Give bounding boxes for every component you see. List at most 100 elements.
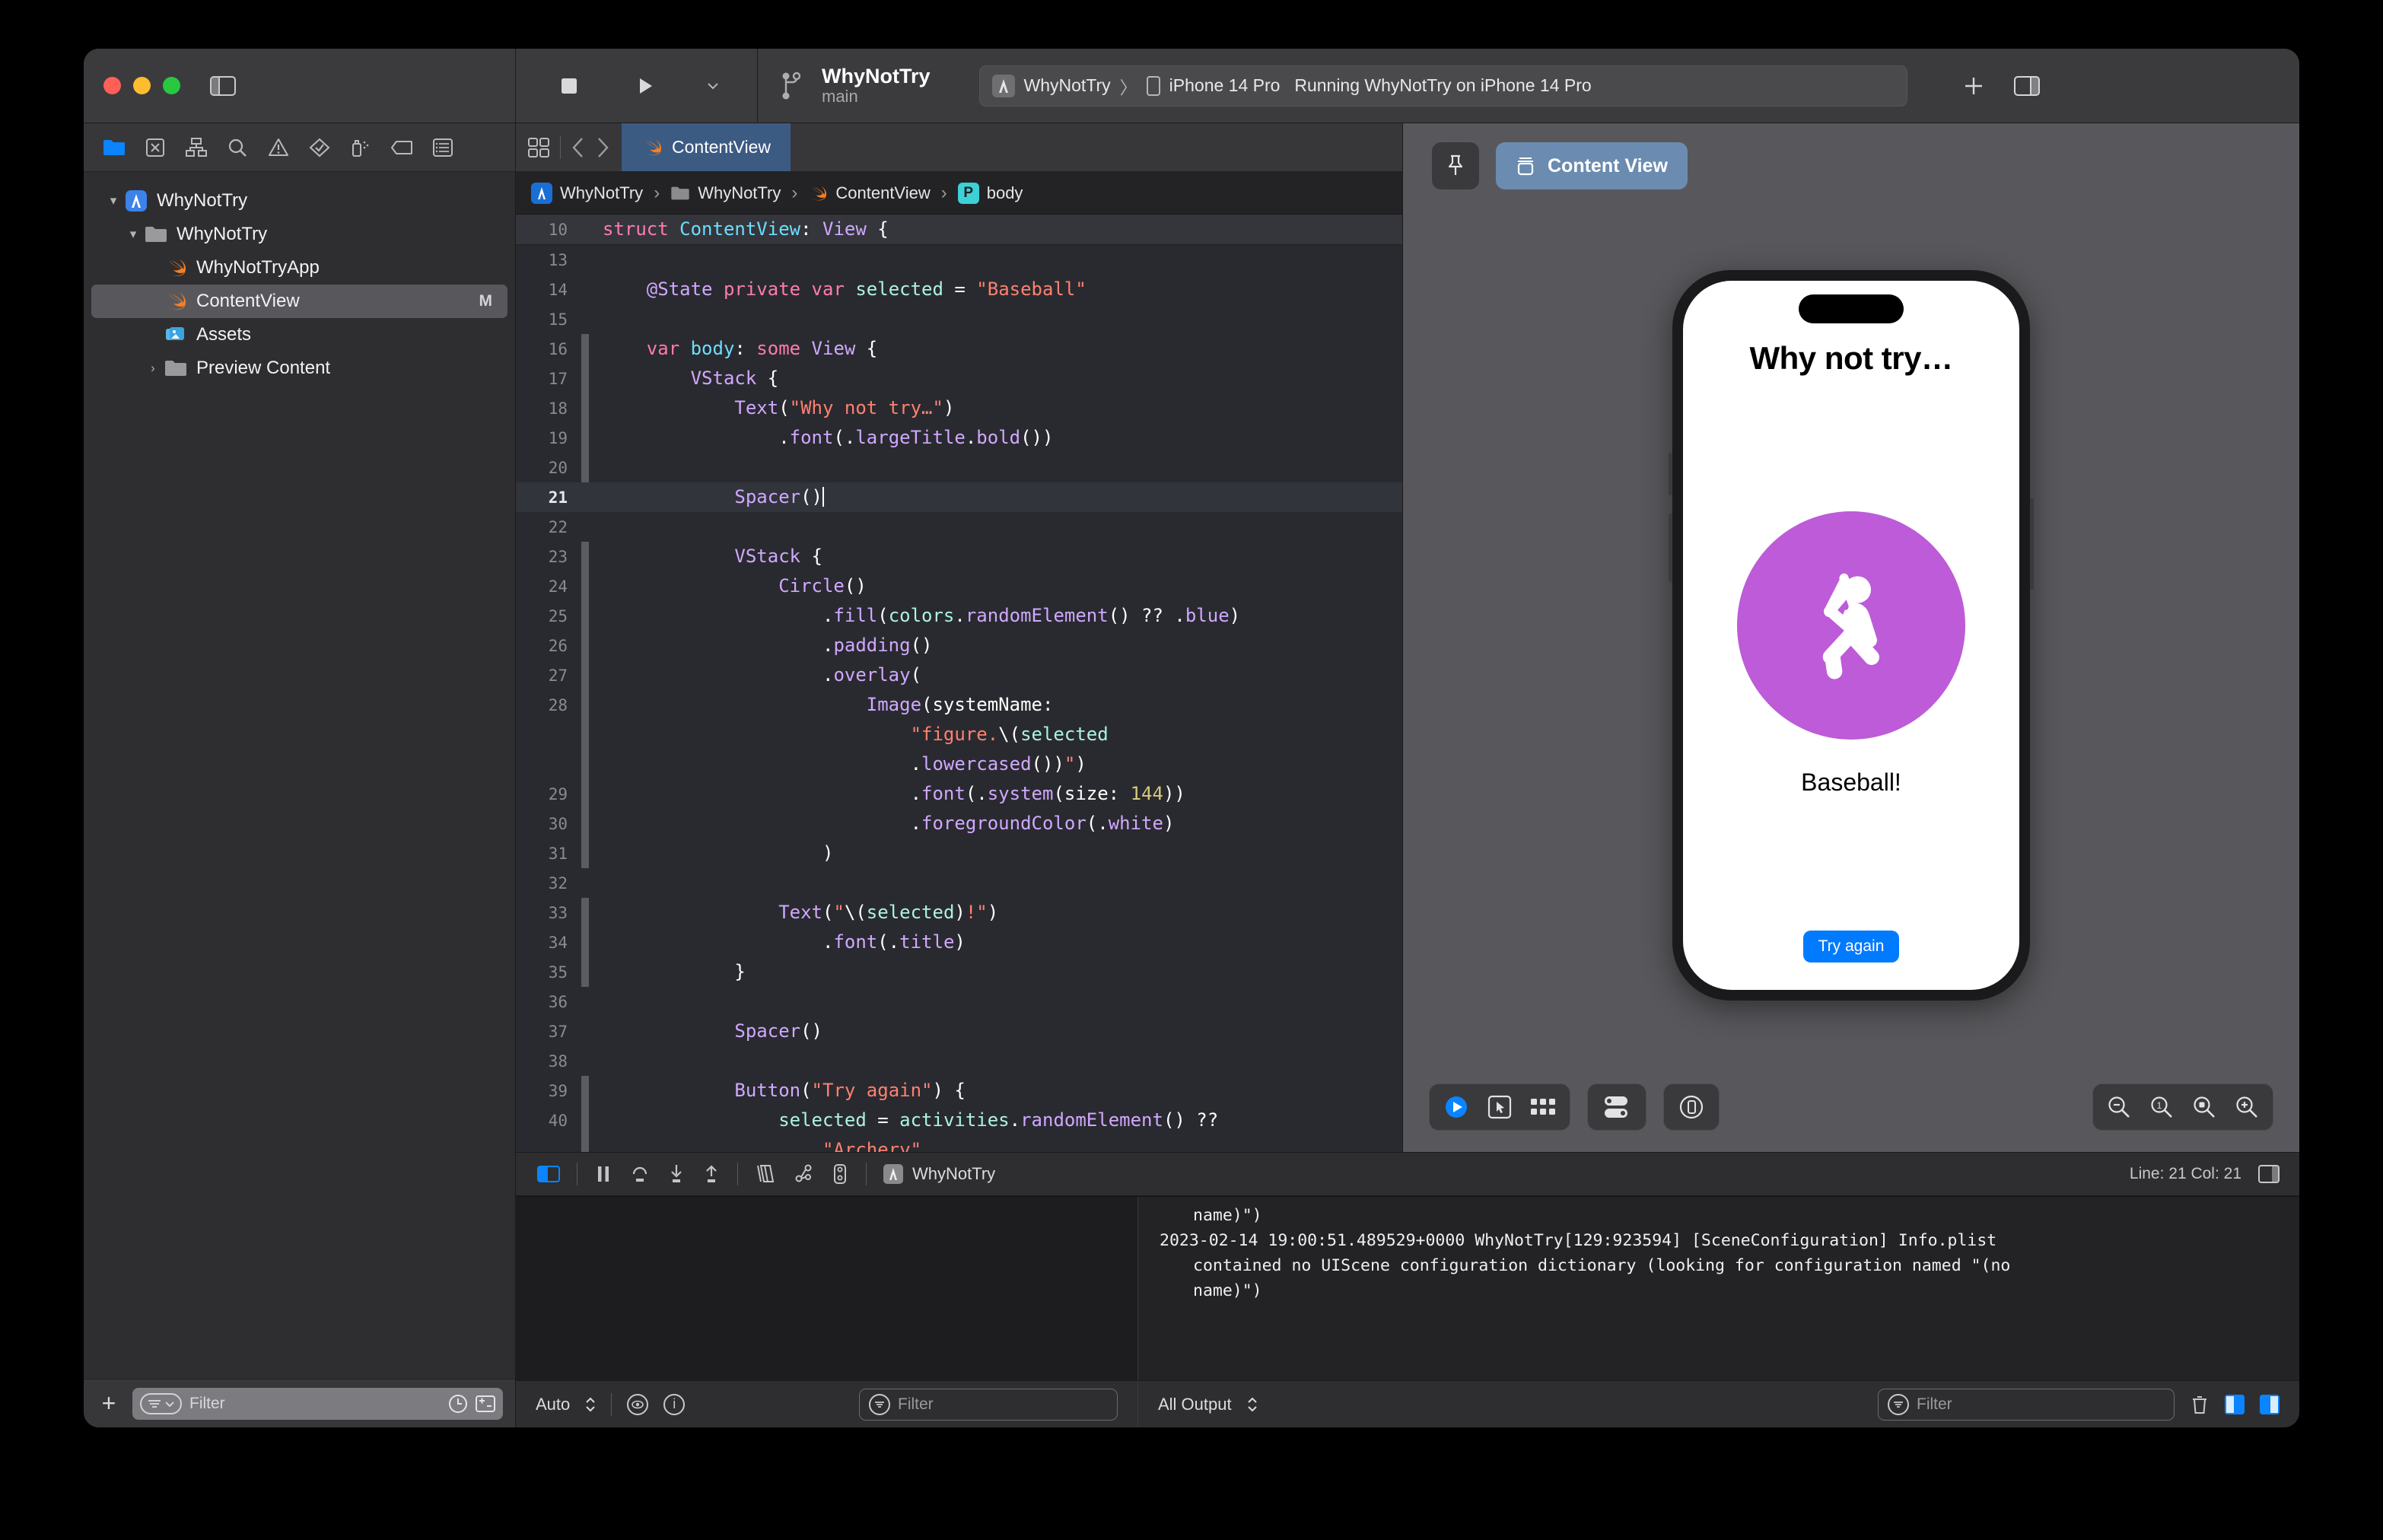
code-fold-ribbon[interactable]: [581, 1076, 589, 1106]
search-icon[interactable]: [221, 132, 254, 163]
pause-icon[interactable]: [594, 1164, 612, 1184]
clock-icon[interactable]: [448, 1394, 468, 1414]
trash-icon[interactable]: [2190, 1394, 2210, 1415]
preview-name-pill[interactable]: Content View: [1496, 142, 1688, 189]
chevron-right-icon[interactable]: [596, 137, 609, 158]
nav-item-contentview[interactable]: ContentView M: [91, 285, 507, 318]
debug-area-toggle-icon[interactable]: [537, 1164, 560, 1184]
code-line[interactable]: 28 Image(systemName:: [516, 690, 1402, 720]
code-line[interactable]: 10 struct ContentView: View {: [516, 215, 1402, 245]
code-line[interactable]: 14 @State private var selected = "Baseba…: [516, 275, 1402, 304]
code-fold-ribbon[interactable]: [581, 482, 589, 512]
disclosure-triangle-down-icon[interactable]: ▾: [123, 227, 143, 242]
eye-icon[interactable]: [627, 1393, 649, 1415]
breadcrumb-item-symbol[interactable]: body: [987, 183, 1023, 203]
code-fold-ribbon[interactable]: [581, 868, 589, 898]
stepper-chevrons-icon[interactable]: [585, 1395, 596, 1414]
minimize-button[interactable]: [133, 77, 151, 94]
code-line[interactable]: 40 selected = activities.randomElement()…: [516, 1106, 1402, 1135]
code-fold-ribbon[interactable]: [581, 898, 589, 928]
code-line[interactable]: "Archery": [516, 1135, 1402, 1152]
debug-process[interactable]: WhyNotTry: [883, 1164, 995, 1184]
tab-contentview[interactable]: ContentView: [622, 123, 791, 171]
zoom-button[interactable]: [163, 77, 180, 94]
zoom-to-fit-icon[interactable]: [2192, 1095, 2216, 1119]
symbol-hierarchy-icon[interactable]: [180, 132, 213, 163]
code-line[interactable]: 17 VStack {: [516, 364, 1402, 393]
scheme-info[interactable]: WhyNotTry main: [822, 65, 931, 106]
source-code-area[interactable]: 10 struct ContentView: View {13 14 @State …: [516, 215, 1402, 1152]
code-fold-ribbon[interactable]: [581, 542, 589, 571]
code-line[interactable]: 15: [516, 304, 1402, 334]
code-line[interactable]: 18 Text("Why not try…"): [516, 393, 1402, 423]
show-console-icon[interactable]: [2260, 1394, 2280, 1414]
code-fold-ribbon[interactable]: [581, 1135, 589, 1152]
debug-spray-icon[interactable]: [344, 132, 377, 163]
code-line[interactable]: 35 }: [516, 957, 1402, 987]
run-dropdown-chevron-icon[interactable]: [706, 75, 720, 97]
code-fold-ribbon[interactable]: [581, 1046, 589, 1076]
source-control-icon[interactable]: [138, 132, 172, 163]
code-line[interactable]: 38: [516, 1046, 1402, 1076]
run-icon[interactable]: [630, 75, 660, 97]
variables-view-mode[interactable]: Auto: [536, 1395, 570, 1414]
folder-icon[interactable]: [97, 132, 131, 163]
sidebar-right-icon[interactable]: [2009, 71, 2044, 101]
code-line[interactable]: 21 Spacer(): [516, 482, 1402, 512]
sidebar-left-icon[interactable]: [208, 75, 238, 97]
output-mode-selector[interactable]: All Output: [1158, 1395, 1232, 1414]
zoom-in-icon[interactable]: [2235, 1095, 2259, 1119]
minimap-icon[interactable]: [2258, 1165, 2280, 1183]
code-line[interactable]: 33 Text("\(selected)!"): [516, 898, 1402, 928]
selectable-pointer-icon[interactable]: [1487, 1095, 1512, 1119]
code-fold-ribbon[interactable]: [581, 571, 589, 601]
code-line[interactable]: 22: [516, 512, 1402, 542]
add-editor-button[interactable]: [1956, 71, 1991, 101]
test-diamond-icon[interactable]: [303, 132, 336, 163]
code-line[interactable]: 13: [516, 245, 1402, 275]
pin-icon[interactable]: [1432, 142, 1479, 189]
code-fold-ribbon[interactable]: [581, 393, 589, 423]
code-fold-ribbon[interactable]: [581, 779, 589, 809]
zoom-out-icon[interactable]: [2107, 1095, 2131, 1119]
code-fold-ribbon[interactable]: [581, 334, 589, 364]
code-fold-ribbon[interactable]: [581, 749, 589, 779]
code-fold-ribbon[interactable]: [581, 809, 589, 838]
try-again-button[interactable]: Try again: [1802, 931, 1900, 963]
add-file-button[interactable]: +: [96, 1389, 122, 1418]
source-control-filter-icon[interactable]: [476, 1394, 495, 1414]
nav-item-whynottryapp[interactable]: WhyNotTryApp: [84, 251, 515, 285]
view-hierarchy-icon[interactable]: [755, 1163, 776, 1185]
chevron-left-icon[interactable]: [571, 137, 585, 158]
code-line[interactable]: 16 var body: some View {: [516, 334, 1402, 364]
code-line[interactable]: 32: [516, 868, 1402, 898]
code-fold-ribbon[interactable]: [581, 928, 589, 957]
code-fold-ribbon[interactable]: [581, 957, 589, 987]
code-line[interactable]: 27 .overlay(: [516, 660, 1402, 690]
code-fold-ribbon[interactable]: [581, 215, 589, 244]
code-fold-ribbon[interactable]: [581, 304, 589, 334]
variants-grid-icon[interactable]: [1530, 1097, 1556, 1117]
code-fold-ribbon[interactable]: [581, 1106, 589, 1135]
close-button[interactable]: [103, 77, 121, 94]
code-line[interactable]: 39 Button("Try again") {: [516, 1076, 1402, 1106]
disclosure-triangle-right-icon[interactable]: ›: [143, 361, 163, 376]
nav-item-whynottry-folder[interactable]: ▾ WhyNotTry: [84, 218, 515, 251]
stop-icon[interactable]: [554, 75, 584, 97]
preview-screen[interactable]: Why not try… Baseball! Try again: [1683, 281, 2019, 990]
nav-item-assets[interactable]: Assets: [84, 318, 515, 352]
nav-item-whynottry-project[interactable]: ▾ WhyNotTry: [84, 184, 515, 218]
memory-graph-icon[interactable]: [793, 1163, 814, 1185]
code-fold-ribbon[interactable]: [581, 512, 589, 542]
info-icon[interactable]: i: [663, 1393, 686, 1415]
variables-view[interactable]: [516, 1197, 1138, 1380]
code-line[interactable]: 20: [516, 453, 1402, 482]
code-line[interactable]: 25 .fill(colors.randomElement() ?? .blue…: [516, 601, 1402, 631]
code-line[interactable]: .lowercased())"): [516, 749, 1402, 779]
code-fold-ribbon[interactable]: [581, 631, 589, 660]
zoom-actual-size-icon[interactable]: 1: [2149, 1095, 2174, 1119]
code-fold-ribbon[interactable]: [581, 720, 589, 749]
code-fold-ribbon[interactable]: [581, 1017, 589, 1046]
activity-status-bar[interactable]: WhyNotTry 〉 iPhone 14 Pro Running WhyNot…: [978, 65, 1907, 107]
code-line[interactable]: 29 .font(.system(size: 144)): [516, 779, 1402, 809]
